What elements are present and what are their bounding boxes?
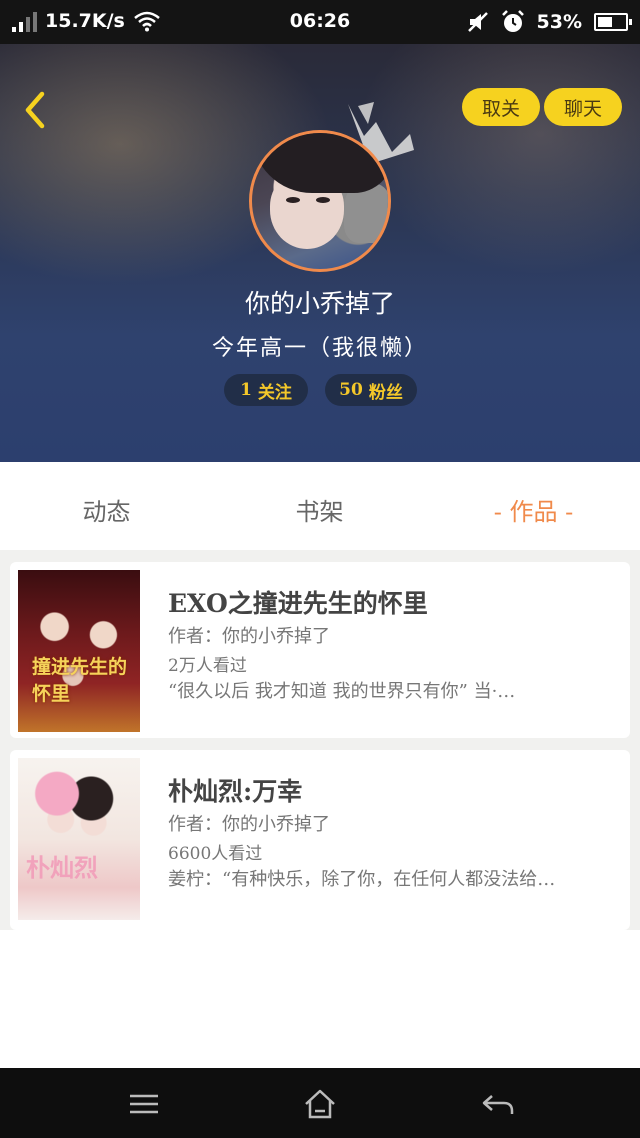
tab-dynamics[interactable]: 动态 (0, 492, 213, 527)
fans-count-badge[interactable]: 50 粉丝 (325, 374, 417, 406)
status-bar: 15.7K/s 06:26 53% (0, 0, 640, 44)
home-icon[interactable] (300, 1086, 340, 1122)
cover-title: 朴灿烈 (26, 853, 98, 882)
work-title[interactable]: 朴灿烈:万幸 (168, 772, 302, 808)
book-cover[interactable]: 撞进先生的怀里 (18, 570, 140, 732)
following-label: 关注 (257, 382, 292, 403)
tab-bookshelf[interactable]: 书架 (213, 492, 426, 527)
avatar[interactable] (249, 130, 391, 272)
following-count: 1 (240, 380, 252, 400)
system-nav-bar (0, 1068, 640, 1138)
mute-icon (467, 12, 488, 32)
avatar-eye (316, 197, 330, 203)
battery-icon (594, 13, 632, 31)
profile-header: 取关 聊天 你的小乔掉了 今年高一（我很懒） 1 关注 50 粉丝 (0, 44, 640, 462)
menu-icon[interactable] (124, 1086, 164, 1122)
tab-works[interactable]: - 作品 - (427, 492, 640, 527)
avatar-hair (252, 133, 388, 193)
back-icon[interactable] (478, 1086, 518, 1122)
profile-tabs: 动态 书架 - 作品 - (0, 462, 640, 550)
battery-percent: 53% (536, 11, 582, 33)
cover-title: 撞进先生的怀里 (32, 656, 128, 705)
back-arrow-icon[interactable] (18, 88, 54, 132)
work-author: 作者：你的小乔掉了 (168, 814, 330, 835)
chat-button[interactable]: 聊天 (544, 88, 622, 126)
work-card[interactable]: 朴灿烈 朴灿烈:万幸 作者：你的小乔掉了 6600人看过 姜柠：“有种快乐，除了… (10, 750, 630, 930)
alarm-icon (501, 10, 524, 32)
following-count-badge[interactable]: 1 关注 (224, 374, 308, 406)
fans-label: 粉丝 (368, 382, 403, 403)
work-title[interactable]: EXO之撞进先生的怀里 (168, 584, 428, 620)
work-views: 2万人看过 (168, 656, 247, 676)
unfollow-button[interactable]: 取关 (462, 88, 540, 126)
profile-bio: 今年高一（我很懒） (211, 336, 428, 361)
avatar-eye (286, 197, 300, 203)
book-cover[interactable]: 朴灿烈 (18, 758, 140, 920)
status-right: 53% (467, 10, 632, 34)
fans-count: 50 (339, 380, 363, 400)
work-description: 姜柠：“有种快乐，除了你，在任何人都没法给… (168, 869, 556, 890)
profile-nickname: 你的小乔掉了 (244, 289, 395, 318)
work-author: 作者：你的小乔掉了 (168, 626, 330, 647)
work-views: 6600人看过 (168, 844, 263, 864)
battery-fill (598, 17, 612, 27)
work-description: “很久以后 我才知道 我的世界只有你” 当·… (168, 681, 516, 702)
work-card[interactable]: 撞进先生的怀里 EXO之撞进先生的怀里 作者：你的小乔掉了 2万人看过 “很久以… (10, 562, 630, 738)
